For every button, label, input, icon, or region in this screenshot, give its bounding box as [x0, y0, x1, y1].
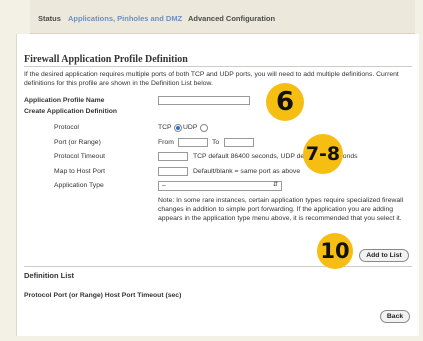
protocol-timeout-label: Protocol Timeout: [54, 153, 105, 160]
map-hint: Default/blank = same port as above: [193, 168, 301, 175]
to-label: To: [212, 139, 220, 146]
profile-name-label: Application Profile Name: [24, 97, 105, 104]
callout-6: 6: [266, 83, 304, 121]
top-nav: Status Applications, Pinholes and DMZ Ad…: [30, 0, 415, 34]
intro-text: If the desired application requires mult…: [24, 71, 399, 87]
application-type-value: –: [162, 182, 166, 189]
profile-name-input[interactable]: [158, 96, 250, 105]
application-type-select[interactable]: – ⇵: [158, 181, 282, 191]
tab-status[interactable]: Status: [38, 14, 61, 23]
tcp-label: TCP: [158, 124, 172, 131]
create-definition-label: Create Application Definition: [24, 108, 118, 115]
application-type-label: Application Type: [54, 182, 104, 189]
back-button[interactable]: Back: [380, 310, 410, 323]
map-host-port-label: Map to Host Port: [54, 168, 105, 175]
callout-7-8: 7-8: [303, 134, 343, 174]
protocol-label: Protocol: [54, 124, 79, 131]
from-label: From: [158, 139, 174, 146]
tcp-radio[interactable]: [174, 124, 182, 132]
definition-list-columns: Protocol Port (or Range) Host Port Timeo…: [24, 292, 182, 299]
definition-list-title: Definition List: [24, 271, 74, 280]
timeout-input[interactable]: [158, 152, 188, 161]
host-port-input[interactable]: [158, 167, 188, 176]
tab-advanced-configuration[interactable]: Advanced Configuration: [188, 14, 275, 23]
application-note: Note: In some rare instances, certain ap…: [158, 197, 404, 222]
add-to-list-button[interactable]: Add to List: [359, 249, 409, 262]
select-arrows-icon: ⇵: [272, 182, 278, 188]
divider: [24, 66, 412, 67]
divider: [24, 266, 412, 267]
page-title: Firewall Application Profile Definition: [24, 54, 188, 65]
tab-applications-pinholes-dmz[interactable]: Applications, Pinholes and DMZ: [68, 14, 182, 23]
port-from-input[interactable]: [178, 138, 208, 147]
udp-radio[interactable]: [200, 124, 208, 132]
udp-label: UDP: [183, 124, 198, 131]
callout-10: 10: [317, 233, 353, 269]
port-to-input[interactable]: [224, 138, 254, 147]
port-range-label: Port (or Range): [54, 139, 101, 146]
